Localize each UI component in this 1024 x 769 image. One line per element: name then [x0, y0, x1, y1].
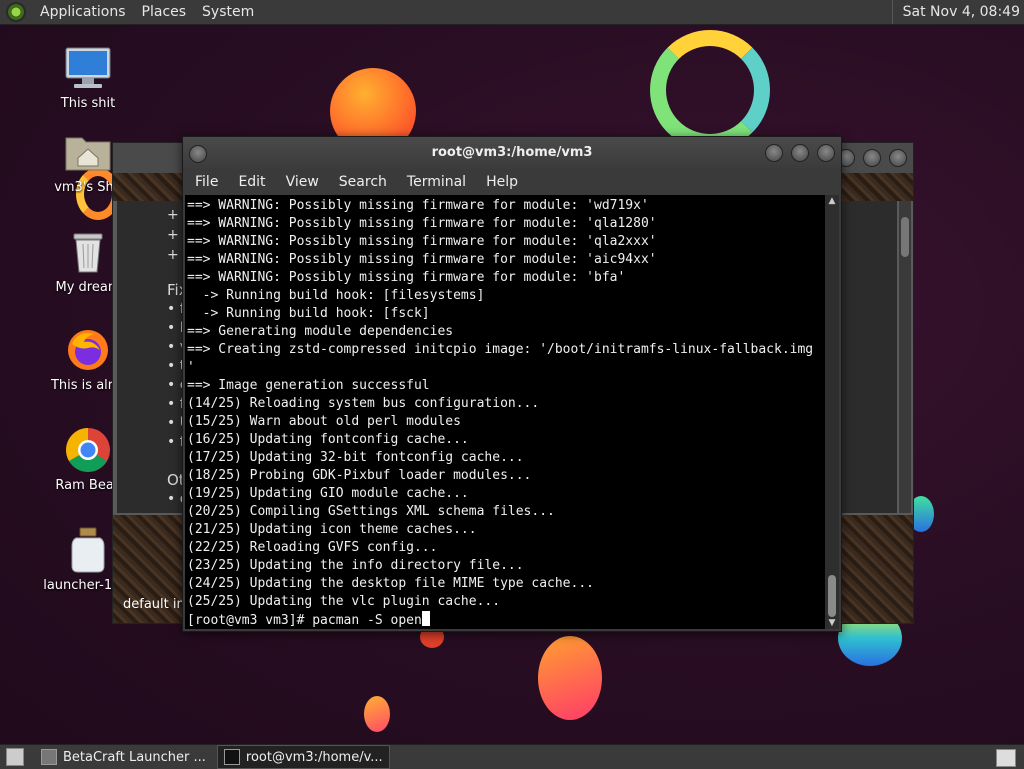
terminal-line: ==> WARNING: Possibly missing firmware f… [187, 198, 649, 213]
trash-icon [64, 228, 112, 276]
terminal-line: (24/25) Updating the desktop file MIME t… [187, 576, 594, 591]
scroll-down-icon[interactable]: ▼ [825, 617, 839, 629]
terminal-line: (15/25) Warn about old perl modules [187, 414, 461, 429]
maximize-button[interactable] [863, 149, 881, 167]
wallpaper-small-blob [364, 696, 390, 732]
terminal-line: ==> Generating module dependencies [187, 324, 454, 339]
terminal-line: (25/25) Updating the vlc plugin cache... [187, 594, 501, 609]
taskbar-item-terminal[interactable]: root@vm3:/home/v... [216, 745, 390, 769]
close-button[interactable] [889, 149, 907, 167]
betacraft-scrollbar[interactable] [899, 201, 911, 513]
chrome-icon [64, 426, 112, 474]
terminal-line: ==> WARNING: Possibly missing firmware f… [187, 234, 657, 249]
terminal-line: (23/25) Updating the info directory file… [187, 558, 524, 573]
terminal-line: (22/25) Reloading GVFS config... [187, 540, 438, 555]
terminal-text: ==> WARNING: Possibly missing firmware f… [185, 195, 825, 629]
firefox-icon [64, 326, 112, 374]
terminal-line: (18/25) Probing GDK-Pixbuf loader module… [187, 468, 532, 483]
distro-logo-icon[interactable] [6, 2, 26, 22]
menu-view[interactable]: View [276, 174, 329, 190]
terminal-titlebar[interactable]: root@vm3:/home/vm3 [183, 137, 841, 169]
terminal-line: ==> WARNING: Possibly missing firmware f… [187, 270, 626, 285]
maximize-button[interactable] [791, 144, 809, 162]
terminal-line: (14/25) Reloading system bus configurati… [187, 396, 540, 411]
menu-system[interactable]: System [194, 0, 262, 24]
terminal-line: (16/25) Updating fontconfig cache... [187, 432, 469, 447]
taskbar-item-label: root@vm3:/home/v... [245, 749, 383, 765]
terminal-title: root@vm3:/home/vm3 [431, 145, 593, 160]
clock[interactable]: Sat Nov 4, 08:49 [891, 0, 1020, 24]
terminal-scrollbar[interactable]: ▲ ▼ [825, 195, 839, 629]
terminal-icon [223, 749, 240, 765]
menu-help[interactable]: Help [476, 174, 528, 190]
menu-file[interactable]: File [185, 174, 228, 190]
menu-applications[interactable]: Applications [32, 0, 134, 24]
terminal-prompt[interactable]: [root@vm3 vm3]# pacman -S open [187, 611, 825, 629]
menu-places[interactable]: Places [134, 0, 195, 24]
terminal-line: ==> WARNING: Possibly missing firmware f… [187, 216, 657, 231]
terminal-line: (17/25) Updating 32-bit fontconfig cache… [187, 450, 524, 465]
terminal-line: (20/25) Compiling GSettings XML schema f… [187, 504, 555, 519]
wallpaper-ring [650, 30, 770, 150]
show-desktop-icon[interactable] [6, 748, 24, 766]
workspace-switcher[interactable] [996, 749, 1016, 767]
terminal-line: ' [187, 360, 195, 375]
taskbar-item-betacraft[interactable]: BetaCraft Launcher ... [34, 745, 213, 769]
terminal-line: (19/25) Updating GIO module cache... [187, 486, 469, 501]
prompt-text: [root@vm3 vm3]# pacman -S open [187, 613, 422, 628]
menu-search[interactable]: Search [329, 174, 397, 190]
terminal-line: ==> Image generation successful [187, 378, 430, 393]
terminal-line: -> Running build hook: [filesystems] [187, 288, 485, 303]
terminal-window[interactable]: root@vm3:/home/vm3 File Edit View Search… [182, 136, 842, 632]
computer-icon [64, 44, 112, 92]
home-folder-icon [64, 128, 112, 176]
scrollbar-thumb[interactable] [828, 575, 836, 617]
scrollbar-thumb[interactable] [901, 217, 909, 257]
window-icon [41, 749, 57, 765]
desktop-icon-computer[interactable]: This shit [38, 44, 138, 111]
wallpaper-bottom-blob [538, 636, 602, 720]
desktop-icon-label: This shit [60, 96, 116, 111]
terminal-output[interactable]: ==> WARNING: Possibly missing firmware f… [185, 195, 825, 629]
terminal-line: -> Running build hook: [fsck] [187, 306, 430, 321]
jar-icon [64, 526, 112, 574]
terminal-line: (21/25) Updating icon theme caches... [187, 522, 477, 537]
taskbar-item-label: BetaCraft Launcher ... [63, 749, 206, 765]
terminal-line: ==> Creating zstd-compressed initcpio im… [187, 342, 814, 357]
scroll-up-icon[interactable]: ▲ [825, 195, 839, 207]
minimize-button[interactable] [765, 144, 783, 162]
close-button[interactable] [817, 144, 835, 162]
text-cursor [421, 611, 430, 626]
top-panel: Applications Places System Sat Nov 4, 08… [0, 0, 1024, 25]
terminal-menubar: File Edit View Search Terminal Help [183, 169, 841, 195]
bottom-taskbar: BetaCraft Launcher ... root@vm3:/home/v.… [0, 744, 1024, 769]
menu-edit[interactable]: Edit [228, 174, 275, 190]
menu-terminal[interactable]: Terminal [397, 174, 476, 190]
terminal-line: ==> WARNING: Possibly missing firmware f… [187, 252, 657, 267]
